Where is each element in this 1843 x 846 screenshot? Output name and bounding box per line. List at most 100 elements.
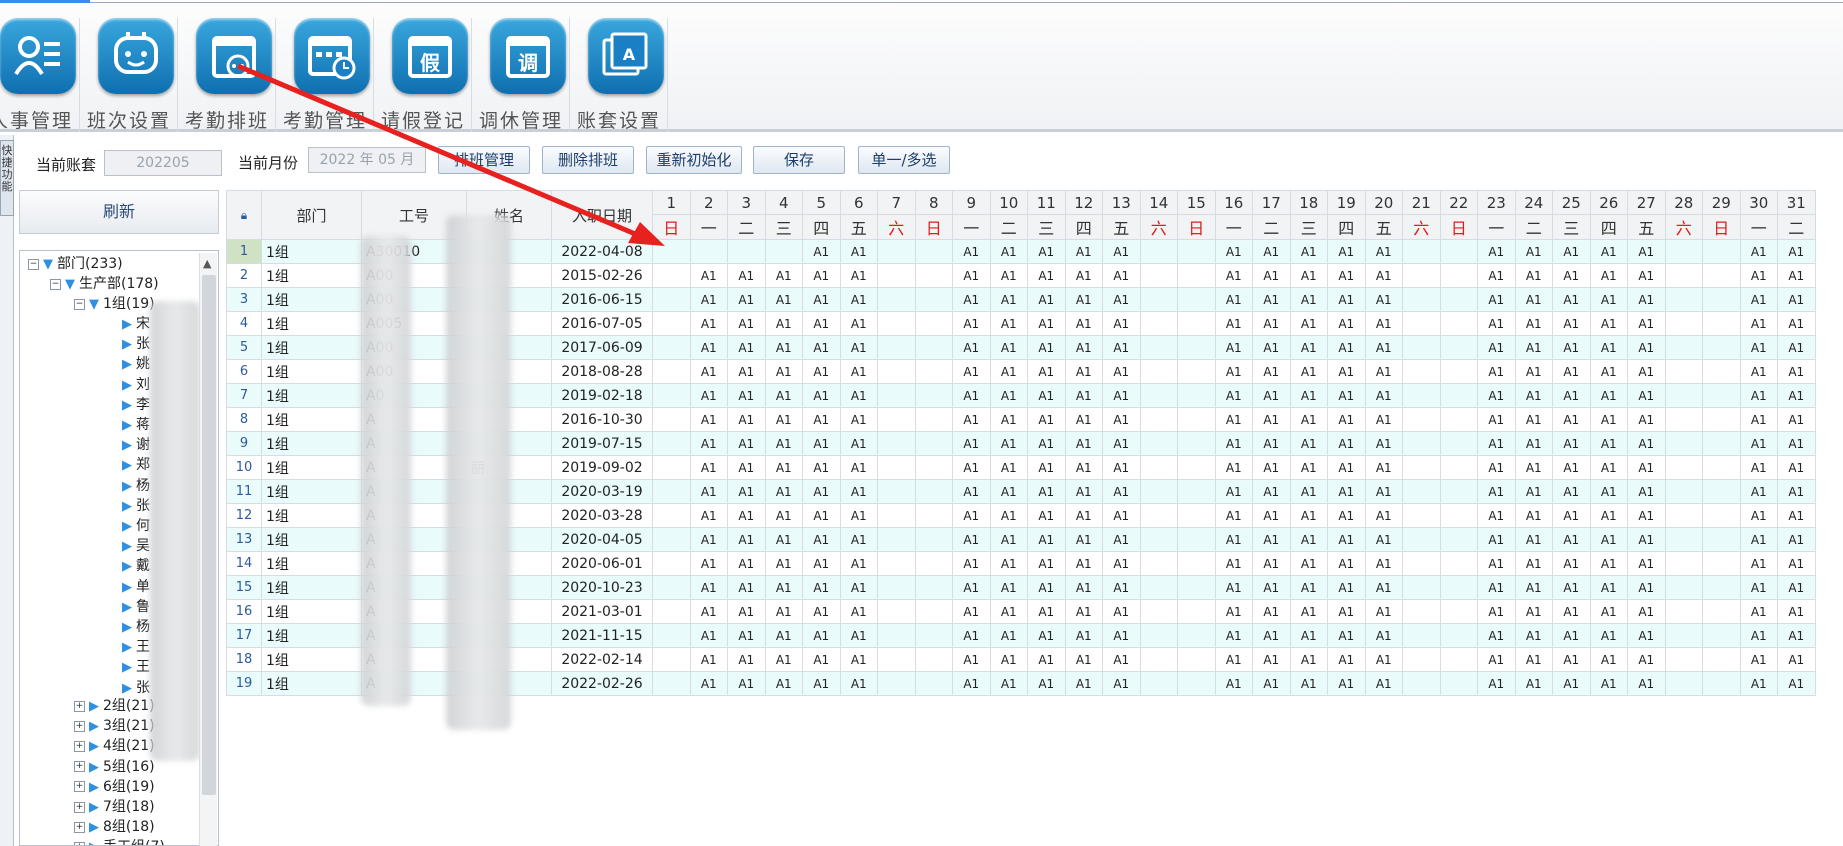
cell-shift[interactable]: A1 [1027,335,1066,360]
cell-shift[interactable] [1177,575,1216,600]
cell-shift[interactable] [1439,287,1478,312]
cell-shift[interactable]: A1 [1252,623,1291,648]
account-field[interactable]: 202205 [104,150,222,176]
cell-shift[interactable] [914,431,953,456]
cell-shift[interactable]: A1 [839,239,878,264]
cell-shift[interactable] [1702,239,1741,264]
cell-shift[interactable]: A1 [1552,599,1591,624]
cell-shift[interactable]: A1 [1102,647,1141,672]
cell-shift[interactable]: A1 [1739,575,1778,600]
cell-shift[interactable] [652,455,691,480]
cell-shift[interactable]: A1 [1102,503,1141,528]
tree-node-employee[interactable]: ▶ 张 [122,334,150,354]
tree-node-group[interactable]: + ▶ 6组(19) [74,777,155,797]
cell-shift[interactable] [1402,239,1441,264]
cell-shift[interactable]: A1 [1589,479,1628,504]
cell-shift[interactable]: A1 [1214,431,1253,456]
cell-shift[interactable] [877,455,916,480]
cell-shift[interactable]: A1 [1064,383,1103,408]
cell-hire-date[interactable]: 2020-10-23 [551,575,653,600]
cell-shift[interactable]: A1 [1777,671,1816,696]
cell-shift[interactable]: A1 [1777,479,1816,504]
cell-shift[interactable]: A1 [1364,431,1403,456]
cell-shift[interactable]: A1 [1739,623,1778,648]
cell-shift[interactable]: A1 [1327,623,1366,648]
cell-shift[interactable]: A1 [727,455,766,480]
cell-shift[interactable] [1139,287,1178,312]
cell-shift[interactable] [914,551,953,576]
cell-shift[interactable]: A1 [952,623,991,648]
toolbar-swap-button[interactable]: 调调休管理 [472,18,570,132]
cell-shift[interactable]: A1 [1777,599,1816,624]
cell-dept[interactable]: 1组 [261,647,362,672]
cell-shift[interactable]: A1 [1102,527,1141,552]
cell-dept[interactable]: 1组 [261,551,362,576]
cell-shift[interactable] [1664,359,1703,384]
cell-shift[interactable]: A1 [1102,575,1141,600]
cell-shift[interactable]: A1 [689,407,728,432]
cell-shift[interactable] [914,407,953,432]
cell-dept[interactable]: 1组 [261,623,362,648]
cell-hire-date[interactable]: 2022-04-08 [551,239,653,264]
col-day[interactable]: 9 [952,190,991,215]
tree-node-group[interactable]: + ▶ 3组(21) [74,716,155,736]
cell-shift[interactable]: A1 [1252,311,1291,336]
cell-shift[interactable]: A1 [1102,671,1141,696]
cell-shift[interactable]: A1 [989,599,1028,624]
cell-shift[interactable]: A1 [952,383,991,408]
cell-shift[interactable]: A1 [689,431,728,456]
cell-shift[interactable]: A1 [1477,479,1516,504]
cell-shift[interactable]: A1 [1552,311,1591,336]
col-day[interactable]: 20 [1364,190,1403,215]
cell-shift[interactable]: A1 [1552,623,1591,648]
toolbar-personnel-button[interactable]: 人事管理 [0,18,80,132]
cell-shift[interactable]: A1 [1252,431,1291,456]
col-day[interactable]: 12 [1064,190,1103,215]
cell-shift[interactable]: A1 [989,671,1028,696]
cell-shift[interactable]: A1 [802,263,841,288]
cell-shift[interactable]: A1 [1064,359,1103,384]
cell-shift[interactable]: A1 [1552,455,1591,480]
cell-shift[interactable] [914,455,953,480]
cell-shift[interactable]: A1 [1777,287,1816,312]
cell-shift[interactable]: A1 [1777,431,1816,456]
cell-hire-date[interactable]: 2019-07-15 [551,431,653,456]
cell-shift[interactable]: A1 [1627,647,1666,672]
cell-shift[interactable]: A1 [1552,503,1591,528]
cell-shift[interactable]: A1 [989,431,1028,456]
cell-shift[interactable]: A1 [764,527,803,552]
cell-shift[interactable]: A1 [1252,455,1291,480]
cell-shift[interactable] [1702,263,1741,288]
cell-shift[interactable]: A1 [1552,527,1591,552]
cell-shift[interactable] [1402,287,1441,312]
cell-shift[interactable] [914,239,953,264]
cell-shift[interactable]: A1 [1589,551,1628,576]
cell-shift[interactable]: A1 [839,551,878,576]
cell-shift[interactable] [1402,551,1441,576]
cell-shift[interactable]: A1 [952,431,991,456]
cell-shift[interactable]: A1 [1027,479,1066,504]
cell-shift[interactable]: A1 [1027,503,1066,528]
cell-shift[interactable]: A1 [1289,575,1328,600]
cell-shift[interactable]: A1 [1589,431,1628,456]
cell-shift[interactable] [1139,431,1178,456]
cell-dept[interactable]: 1组 [261,575,362,600]
cell-shift[interactable]: A1 [1552,287,1591,312]
cell-dept[interactable]: 1组 [261,671,362,696]
tree-node-employee[interactable]: ▶ 吴 [122,536,150,556]
cell-shift[interactable]: A1 [1514,335,1553,360]
cell-shift[interactable]: A1 [839,599,878,624]
expand-icon[interactable]: + [74,700,85,712]
cell-shift[interactable]: A1 [1627,671,1666,696]
cell-shift[interactable]: A1 [1514,359,1553,384]
col-day[interactable]: 3 [727,190,766,215]
cell-shift[interactable]: A1 [1289,335,1328,360]
cell-shift[interactable]: A1 [802,599,841,624]
cell-dept[interactable]: 1组 [261,407,362,432]
cell-shift[interactable]: A1 [1627,311,1666,336]
refresh-button[interactable]: 刷新 [19,190,219,234]
cell-shift[interactable] [1402,383,1441,408]
cell-shift[interactable]: A1 [1514,479,1553,504]
cell-shift[interactable]: A1 [1252,599,1291,624]
cell-shift[interactable]: A1 [1627,335,1666,360]
